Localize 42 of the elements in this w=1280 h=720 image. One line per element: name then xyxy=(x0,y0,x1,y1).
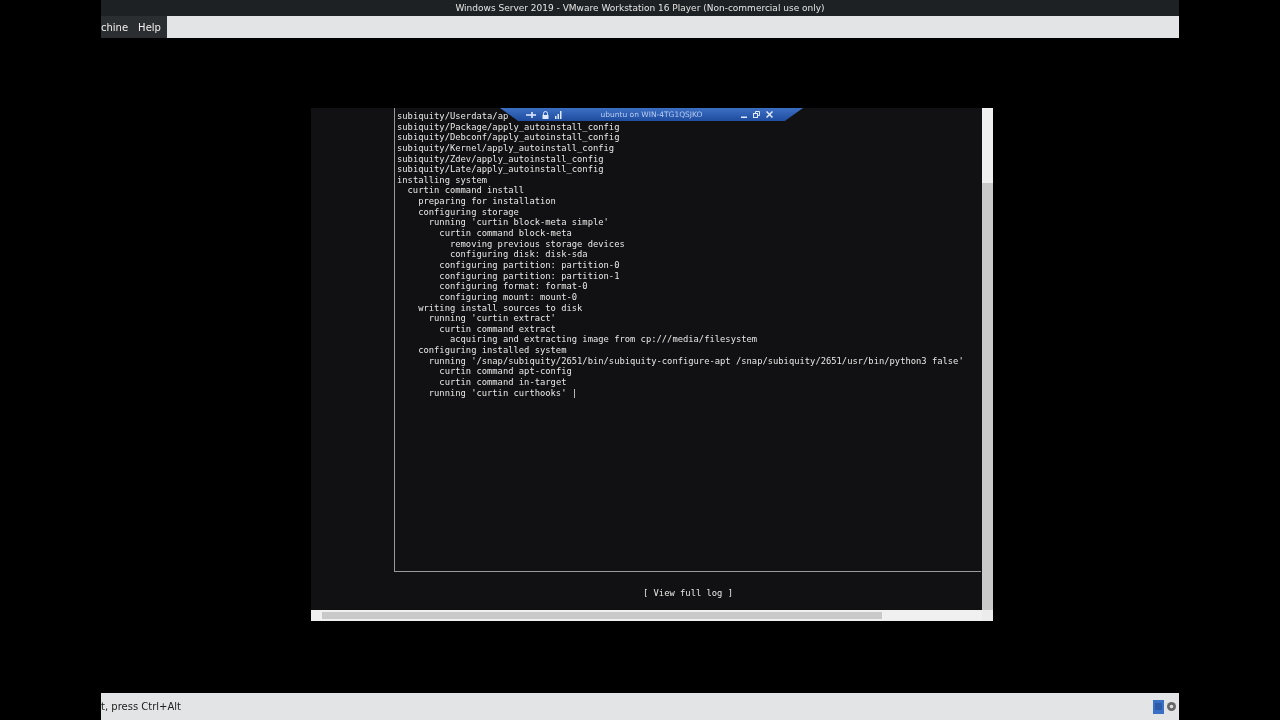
pin-icon[interactable] xyxy=(526,110,536,119)
status-text: t, press Ctrl+Alt xyxy=(101,701,181,712)
log-line: curtin command apt-config xyxy=(439,366,572,377)
menu-item[interactable]: Help xyxy=(138,21,161,33)
horizontal-scrollbar[interactable] xyxy=(311,610,982,621)
log-line: running '/snap/subiquity/2651/bin/subiquity-configure-apt /snap/subiquity/2651/usr/bin/python3 false' xyxy=(428,355,964,366)
log-line: running 'curtin block-meta simple' xyxy=(428,217,609,228)
log-line: curtin command in-target xyxy=(439,377,567,387)
restore-icon[interactable] xyxy=(753,111,760,118)
log-line: writing install sources to disk xyxy=(418,302,583,313)
log-line: running 'curtin curthooks' | xyxy=(428,387,578,398)
lock-icon[interactable] xyxy=(542,110,549,119)
log-line: removing previous storage devices xyxy=(449,238,625,249)
log-line: configuring disk: disk-sda xyxy=(449,249,588,260)
log-line: acquiring and extracting image from cp:///media/filesystem xyxy=(449,334,758,345)
log-line: subiquity/Late/apply_autoinstall_config xyxy=(397,164,604,175)
log-line: subiquity/Kernel/apply_autoinstall_config xyxy=(397,142,615,153)
vertical-scrollbar[interactable] xyxy=(982,108,993,610)
log-line: configuring installed system xyxy=(418,345,567,356)
log-line: configuring partition: partition-0 xyxy=(439,259,620,270)
log-line: configuring storage xyxy=(418,206,519,217)
device-icon[interactable] xyxy=(1153,699,1164,714)
menu-item[interactable]: chine xyxy=(101,21,129,33)
log-line: running 'curtin extract' xyxy=(428,313,556,324)
log-line: configuring format: format-0 xyxy=(439,281,588,292)
scrollbar-corner xyxy=(982,610,993,621)
settings-icon[interactable] xyxy=(1167,702,1176,711)
log-line: configuring mount: mount-0 xyxy=(439,291,578,302)
log-line: curtin command block-meta xyxy=(439,228,572,239)
log-line: curtin command install xyxy=(407,185,525,196)
signal-icon xyxy=(555,110,562,119)
view-log-button[interactable]: [ View full log ] xyxy=(642,588,733,598)
log-line: subiquity/Userdata/ap xyxy=(397,111,509,121)
log-line: subiquity/Package/apply_autoinstall_config xyxy=(397,121,620,132)
close-icon[interactable] xyxy=(766,111,773,118)
window-title: Windows Server 2019 - VMware Workstation 16 Player (Non-commercial use only) xyxy=(455,3,825,13)
log-line: preparing for installation xyxy=(418,196,556,207)
log-line: subiquity/Zdev/apply_autoinstall_config xyxy=(397,153,604,164)
log-line: installing system xyxy=(397,174,488,185)
log-line: configuring partition: partition-1 xyxy=(439,270,620,281)
log-line: curtin command extract xyxy=(439,323,556,334)
log-line: subiquity/Debconf/apply_autoinstall_config xyxy=(397,132,620,143)
